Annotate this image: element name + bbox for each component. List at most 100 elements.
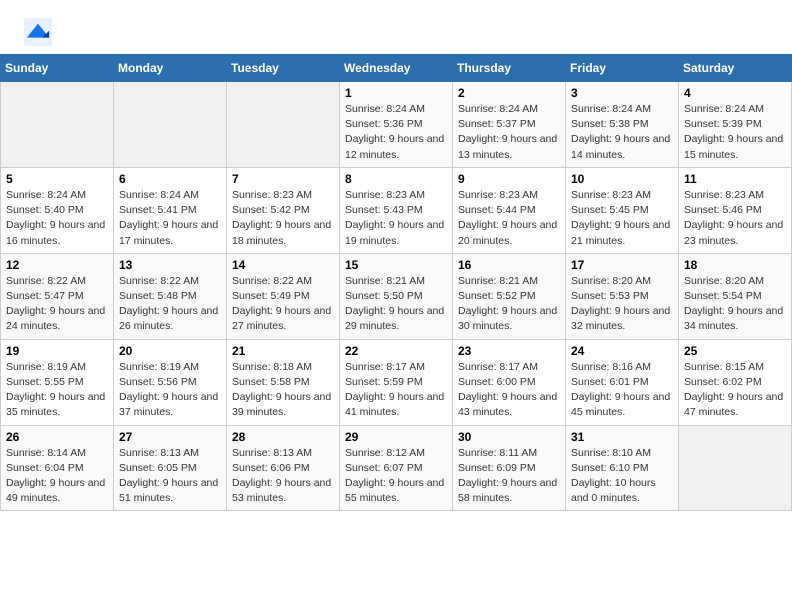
day-number: 4 xyxy=(684,86,786,100)
day-info: Sunrise: 8:24 AM Sunset: 5:37 PM Dayligh… xyxy=(458,102,560,163)
calendar-cell: 14 Sunrise: 8:22 AM Sunset: 5:49 PM Dayli… xyxy=(227,253,340,339)
day-number: 24 xyxy=(571,344,673,358)
calendar-cell xyxy=(1,82,114,168)
day-info: Sunrise: 8:15 AM Sunset: 6:02 PM Dayligh… xyxy=(684,360,786,421)
day-number: 14 xyxy=(232,258,334,272)
day-number: 3 xyxy=(571,86,673,100)
day-number: 13 xyxy=(119,258,221,272)
calendar-cell: 26Sunrise: 8:14 AM Sunset: 6:04 PM Dayli… xyxy=(1,425,114,511)
calendar-cell: 3 Sunrise: 8:24 AM Sunset: 5:38 PM Daylig… xyxy=(566,82,679,168)
day-number: 17 xyxy=(571,258,673,272)
calendar-cell xyxy=(679,425,792,511)
calendar-cell: 25 Sunrise: 8:15 AM Sunset: 6:02 PM Dayli… xyxy=(679,339,792,425)
calendar-cell: 2 Sunrise: 8:24 AM Sunset: 5:37 PM Daylig… xyxy=(453,82,566,168)
calendar-cell: 6 Sunrise: 8:24 AM Sunset: 5:41 PM Daylig… xyxy=(114,167,227,253)
day-number: 7 xyxy=(232,172,334,186)
day-info: Sunrise: 8:24 AM Sunset: 5:36 PM Dayligh… xyxy=(345,102,447,163)
day-info: Sunrise: 8:19 AM Sunset: 5:55 PM Dayligh… xyxy=(6,360,108,421)
day-info: Sunrise: 8:24 AM Sunset: 5:38 PM Dayligh… xyxy=(571,102,673,163)
day-info: Sunrise: 8:22 AM Sunset: 5:49 PM Dayligh… xyxy=(232,274,334,335)
day-number: 16 xyxy=(458,258,560,272)
day-number: 28 xyxy=(232,430,334,444)
day-number: 5 xyxy=(6,172,108,186)
day-info: Sunrise: 8:23 AM Sunset: 5:43 PM Dayligh… xyxy=(345,188,447,249)
day-info: Sunrise: 8:22 AM Sunset: 5:47 PM Dayligh… xyxy=(6,274,108,335)
day-info: Sunrise: 8:20 AM Sunset: 5:54 PM Dayligh… xyxy=(684,274,786,335)
day-number: 31 xyxy=(571,430,673,444)
day-info: Sunrise: 8:18 AM Sunset: 5:58 PM Dayligh… xyxy=(232,360,334,421)
day-info: Sunrise: 8:20 AM Sunset: 5:53 PM Dayligh… xyxy=(571,274,673,335)
day-info: Sunrise: 8:10 AM Sunset: 6:10 PM Dayligh… xyxy=(571,446,673,507)
day-number: 19 xyxy=(6,344,108,358)
day-info: Sunrise: 8:23 AM Sunset: 5:46 PM Dayligh… xyxy=(684,188,786,249)
day-info: Sunrise: 8:19 AM Sunset: 5:56 PM Dayligh… xyxy=(119,360,221,421)
calendar-cell: 29 Sunrise: 8:12 AM Sunset: 6:07 PM Dayli… xyxy=(340,425,453,511)
day-info: Sunrise: 8:17 AM Sunset: 6:00 PM Dayligh… xyxy=(458,360,560,421)
day-info: Sunrise: 8:23 AM Sunset: 5:45 PM Dayligh… xyxy=(571,188,673,249)
day-info: Sunrise: 8:13 AM Sunset: 6:06 PM Dayligh… xyxy=(232,446,334,507)
calendar-cell: 19 Sunrise: 8:19 AM Sunset: 5:55 PM Dayli… xyxy=(1,339,114,425)
day-number: 2 xyxy=(458,86,560,100)
day-number: 10 xyxy=(571,172,673,186)
calendar-cell: 9 Sunrise: 8:23 AM Sunset: 5:44 PM Daylig… xyxy=(453,167,566,253)
calendar-cell: 16 Sunrise: 8:21 AM Sunset: 5:52 PM Dayli… xyxy=(453,253,566,339)
calendar-cell: 30 Sunrise: 8:11 AM Sunset: 6:09 PM Dayli… xyxy=(453,425,566,511)
day-number: 15 xyxy=(345,258,447,272)
calendar-cell: 21 Sunrise: 8:18 AM Sunset: 5:58 PM Dayli… xyxy=(227,339,340,425)
day-info: Sunrise: 8:23 AM Sunset: 5:42 PM Dayligh… xyxy=(232,188,334,249)
day-number: 25 xyxy=(684,344,786,358)
calendar-cell: 20 Sunrise: 8:19 AM Sunset: 5:56 PM Dayli… xyxy=(114,339,227,425)
calendar-cell: 17 Sunrise: 8:20 AM Sunset: 5:53 PM Dayli… xyxy=(566,253,679,339)
weekday-header-wednesday: Wednesday xyxy=(340,55,453,82)
calendar-cell: 15 Sunrise: 8:21 AM Sunset: 5:50 PM Dayli… xyxy=(340,253,453,339)
calendar-cell: 5 Sunrise: 8:24 AM Sunset: 5:40 PM Daylig… xyxy=(1,167,114,253)
day-info: Sunrise: 8:13 AM Sunset: 6:05 PM Dayligh… xyxy=(119,446,221,507)
day-number: 22 xyxy=(345,344,447,358)
day-info: Sunrise: 8:21 AM Sunset: 5:52 PM Dayligh… xyxy=(458,274,560,335)
calendar-cell xyxy=(114,82,227,168)
calendar-cell: 1Sunrise: 8:24 AM Sunset: 5:36 PM Daylig… xyxy=(340,82,453,168)
calendar-cell: 23 Sunrise: 8:17 AM Sunset: 6:00 PM Dayli… xyxy=(453,339,566,425)
day-number: 11 xyxy=(684,172,786,186)
calendar-cell: 8 Sunrise: 8:23 AM Sunset: 5:43 PM Daylig… xyxy=(340,167,453,253)
day-number: 20 xyxy=(119,344,221,358)
day-number: 6 xyxy=(119,172,221,186)
day-number: 21 xyxy=(232,344,334,358)
calendar-cell: 13 Sunrise: 8:22 AM Sunset: 5:48 PM Dayli… xyxy=(114,253,227,339)
day-info: Sunrise: 8:17 AM Sunset: 5:59 PM Dayligh… xyxy=(345,360,447,421)
day-info: Sunrise: 8:22 AM Sunset: 5:48 PM Dayligh… xyxy=(119,274,221,335)
day-number: 27 xyxy=(119,430,221,444)
calendar-cell: 4Sunrise: 8:24 AM Sunset: 5:39 PM Daylig… xyxy=(679,82,792,168)
calendar-cell: 10 Sunrise: 8:23 AM Sunset: 5:45 PM Dayli… xyxy=(566,167,679,253)
day-number: 23 xyxy=(458,344,560,358)
calendar-cell xyxy=(227,82,340,168)
logo xyxy=(24,18,56,46)
logo-icon xyxy=(24,18,52,46)
calendar-cell: 27 Sunrise: 8:13 AM Sunset: 6:05 PM Dayli… xyxy=(114,425,227,511)
page-header xyxy=(0,0,792,54)
day-number: 26 xyxy=(6,430,108,444)
day-info: Sunrise: 8:11 AM Sunset: 6:09 PM Dayligh… xyxy=(458,446,560,507)
day-number: 30 xyxy=(458,430,560,444)
weekday-header-monday: Monday xyxy=(114,55,227,82)
calendar-cell: 22 Sunrise: 8:17 AM Sunset: 5:59 PM Dayli… xyxy=(340,339,453,425)
calendar-cell: 12 Sunrise: 8:22 AM Sunset: 5:47 PM Dayli… xyxy=(1,253,114,339)
day-info: Sunrise: 8:21 AM Sunset: 5:50 PM Dayligh… xyxy=(345,274,447,335)
day-info: Sunrise: 8:23 AM Sunset: 5:44 PM Dayligh… xyxy=(458,188,560,249)
day-info: Sunrise: 8:24 AM Sunset: 5:40 PM Dayligh… xyxy=(6,188,108,249)
calendar-cell: 11 Sunrise: 8:23 AM Sunset: 5:46 PM Dayli… xyxy=(679,167,792,253)
calendar-cell: 18Sunrise: 8:20 AM Sunset: 5:54 PM Dayli… xyxy=(679,253,792,339)
day-number: 9 xyxy=(458,172,560,186)
day-number: 29 xyxy=(345,430,447,444)
calendar-cell: 28 Sunrise: 8:13 AM Sunset: 6:06 PM Dayli… xyxy=(227,425,340,511)
weekday-header-friday: Friday xyxy=(566,55,679,82)
weekday-header-sunday: Sunday xyxy=(1,55,114,82)
day-number: 12 xyxy=(6,258,108,272)
day-info: Sunrise: 8:12 AM Sunset: 6:07 PM Dayligh… xyxy=(345,446,447,507)
day-number: 8 xyxy=(345,172,447,186)
calendar-cell: 31 Sunrise: 8:10 AM Sunset: 6:10 PM Dayli… xyxy=(566,425,679,511)
day-info: Sunrise: 8:24 AM Sunset: 5:41 PM Dayligh… xyxy=(119,188,221,249)
calendar-cell: 24Sunrise: 8:16 AM Sunset: 6:01 PM Dayli… xyxy=(566,339,679,425)
weekday-header-thursday: Thursday xyxy=(453,55,566,82)
weekday-header-tuesday: Tuesday xyxy=(227,55,340,82)
